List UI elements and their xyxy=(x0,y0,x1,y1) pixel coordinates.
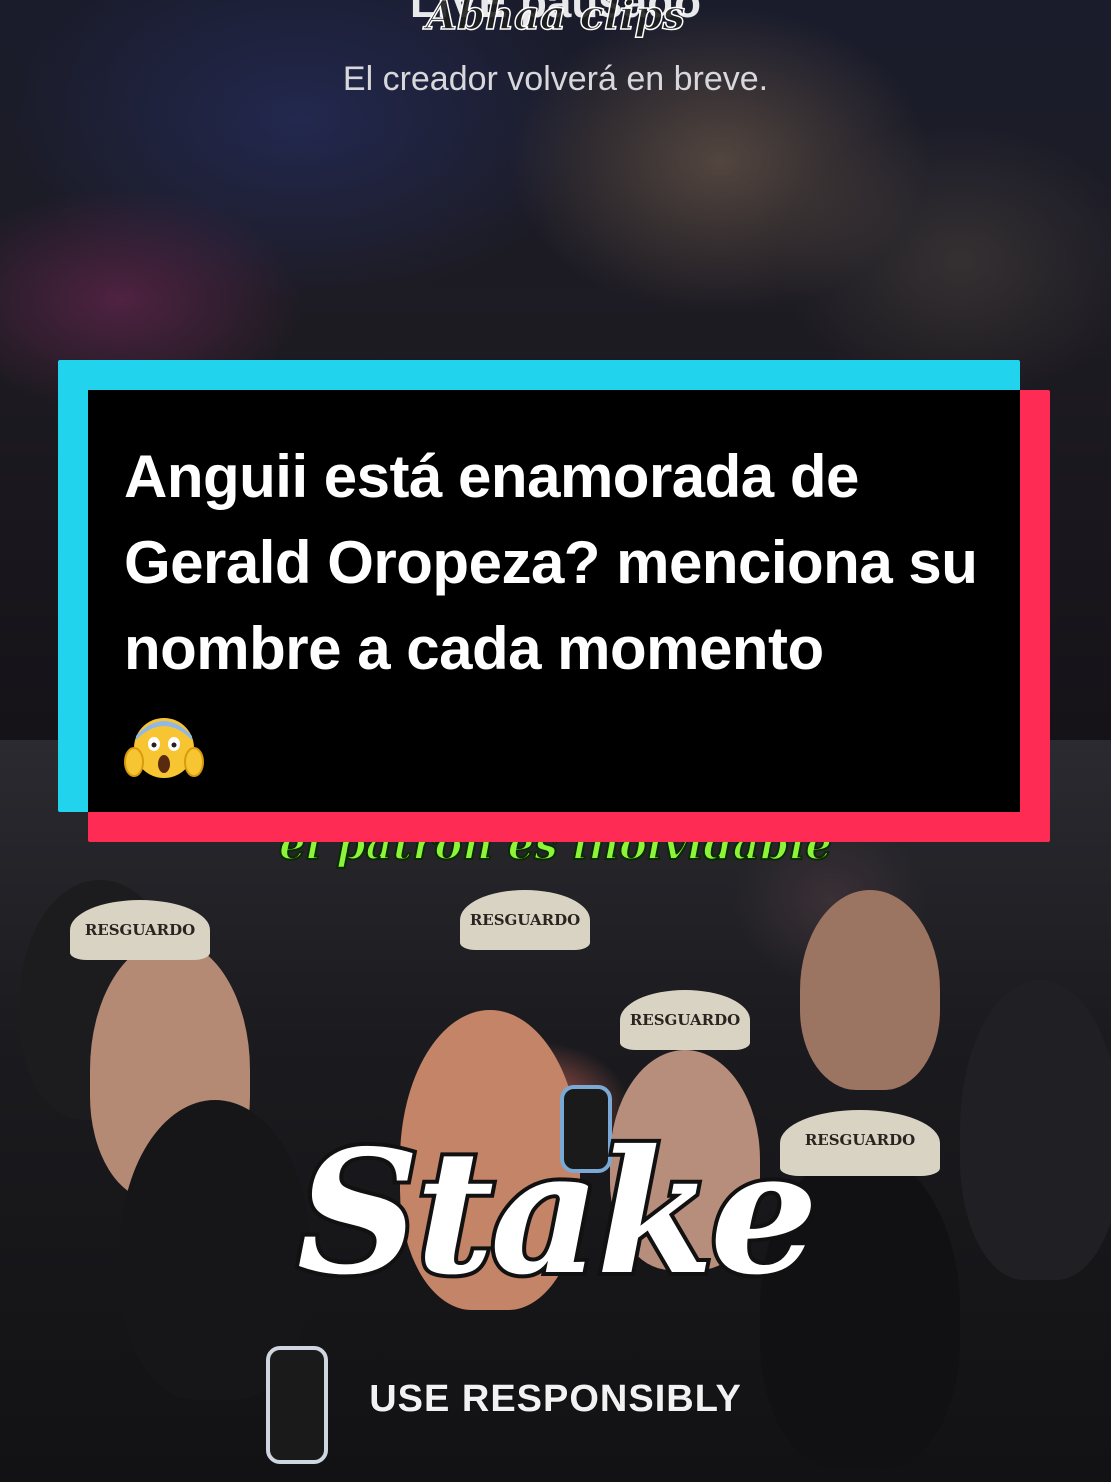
person-silhouette xyxy=(800,890,940,1090)
video-frame[interactable]: LIVE pausado Abhaa clips El creador volv… xyxy=(0,0,1111,1482)
face-screaming-in-fear-icon xyxy=(124,706,204,786)
caption-text: Anguii está enamorada de Gerald Oropeza?… xyxy=(124,443,978,682)
caption-card-body: Anguii está enamorada de Gerald Oropeza?… xyxy=(88,390,1020,812)
resguardo-cap: RESGUARDO xyxy=(620,990,750,1050)
resguardo-cap: RESGUARDO xyxy=(460,890,590,950)
live-paused-subtitle: El creador volverá en breve. xyxy=(342,60,769,98)
resguardo-cap: RESGUARDO xyxy=(70,900,210,960)
caption-card: Anguii está enamorada de Gerald Oropeza?… xyxy=(58,360,1050,842)
stake-logo: Stake xyxy=(293,1113,822,1313)
stake-tagline: USE RESPONSIBLY xyxy=(368,1377,742,1421)
channel-watermark: Abhaa clips xyxy=(425,0,686,40)
